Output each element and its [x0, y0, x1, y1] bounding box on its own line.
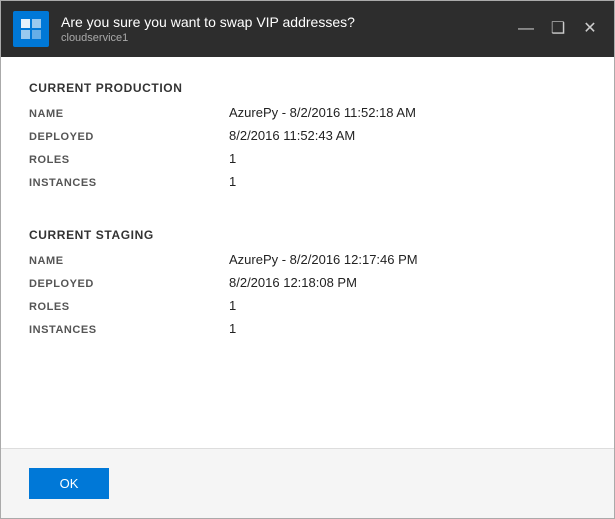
production-instances-label: INSTANCES — [29, 177, 229, 189]
staging-roles-value: 1 — [229, 298, 236, 313]
maximize-button[interactable]: ❑ — [546, 17, 570, 41]
staging-instances-label: INSTANCES — [29, 324, 229, 336]
staging-instances-row: INSTANCES 1 — [29, 321, 586, 336]
staging-roles-label: ROLES — [29, 301, 229, 313]
ok-button[interactable]: OK — [29, 468, 109, 499]
staging-roles-row: ROLES 1 — [29, 298, 586, 313]
production-deployed-label: DEPLOYED — [29, 131, 229, 143]
title-bar: Are you sure you want to swap VIP addres… — [1, 1, 614, 57]
staging-deployed-row: DEPLOYED 8/2/2016 12:18:08 PM — [29, 275, 586, 290]
staging-name-value: AzurePy - 8/2/2016 12:17:46 PM — [229, 252, 418, 267]
production-instances-row: INSTANCES 1 — [29, 174, 586, 189]
window-controls: — ❑ ✕ — [514, 17, 602, 41]
staging-name-row: NAME AzurePy - 8/2/2016 12:17:46 PM — [29, 252, 586, 267]
staging-instances-value: 1 — [229, 321, 236, 336]
app-icon — [13, 11, 49, 47]
close-button[interactable]: ✕ — [578, 17, 602, 41]
dialog-footer: OK — [1, 448, 614, 518]
dialog-content: CURRENT PRODUCTION NAME AzurePy - 8/2/20… — [1, 57, 614, 448]
minimize-button[interactable]: — — [514, 17, 538, 41]
production-roles-row: ROLES 1 — [29, 151, 586, 166]
dialog-window: Are you sure you want to swap VIP addres… — [0, 0, 615, 519]
staging-name-label: NAME — [29, 255, 229, 267]
production-deployed-value: 8/2/2016 11:52:43 AM — [229, 128, 355, 143]
production-section: CURRENT PRODUCTION NAME AzurePy - 8/2/20… — [29, 81, 586, 189]
staging-deployed-label: DEPLOYED — [29, 278, 229, 290]
production-roles-value: 1 — [229, 151, 236, 166]
production-roles-label: ROLES — [29, 154, 229, 166]
production-instances-value: 1 — [229, 174, 236, 189]
production-deployed-row: DEPLOYED 8/2/2016 11:52:43 AM — [29, 128, 586, 143]
title-bar-text: Are you sure you want to swap VIP addres… — [61, 13, 502, 45]
section-divider — [29, 209, 586, 210]
staging-heading: CURRENT STAGING — [29, 228, 586, 242]
staging-deployed-value: 8/2/2016 12:18:08 PM — [229, 275, 357, 290]
production-heading: CURRENT PRODUCTION — [29, 81, 586, 95]
dialog-subtitle: cloudservice1 — [61, 31, 502, 45]
production-name-value: AzurePy - 8/2/2016 11:52:18 AM — [229, 105, 416, 120]
production-name-label: NAME — [29, 108, 229, 120]
dialog-title: Are you sure you want to swap VIP addres… — [61, 13, 502, 31]
staging-section: CURRENT STAGING NAME AzurePy - 8/2/2016 … — [29, 228, 586, 336]
production-name-row: NAME AzurePy - 8/2/2016 11:52:18 AM — [29, 105, 586, 120]
